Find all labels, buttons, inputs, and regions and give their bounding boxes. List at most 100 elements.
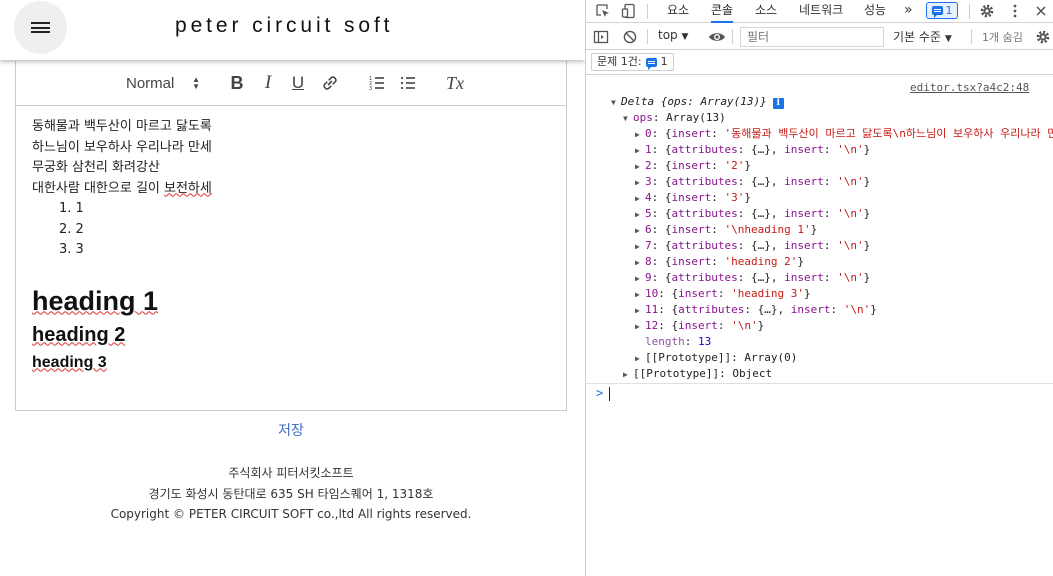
ops-item-value: 'heading 2' [724,255,798,268]
delta-object-row[interactable]: ▼ Delta {ops: Array(13)} i [611,94,784,110]
collapsed-triangle-icon: ▶ [635,210,640,219]
ops-array-row[interactable]: ▼ ops: Array(13) [623,110,726,126]
bold-button[interactable]: B [227,71,247,95]
ops-key: ops [633,111,653,124]
ordered-list-button[interactable]: 1 2 3 [366,71,388,95]
link-icon [323,76,337,90]
ops-item-row[interactable]: ▶ 4: {insert: '3'} [635,190,751,206]
ops-item-row[interactable]: ▶ 6: {insert: '\nheading 1'} [635,222,817,238]
ops-item-value: '\n' [837,239,864,252]
ops-item-value: '\n' [731,319,758,332]
settings-button[interactable] [978,2,996,20]
eye-icon [709,33,725,41]
ops-item-index: 4 [645,191,652,204]
toolbar-divider [647,29,648,44]
ops-item-index: 11 [645,303,659,316]
ordered-list-icon: 1 2 3 [369,76,384,92]
sidebar-toggle-button[interactable] [592,28,610,46]
issues-count-badge[interactable]: 1 [926,2,958,19]
issue-icon [645,57,657,70]
source-link[interactable]: editor.tsx?a4c2:48 [910,81,1029,94]
underline-button[interactable]: U [288,71,308,95]
ops-item-value: 'heading 3' [731,287,804,300]
dropdown-arrow-icon: ▼ [944,34,952,44]
heading-2-text: heading 2 [32,323,126,346]
ops-item-row[interactable]: ▶ 1: {attributes: {…}, insert: '\n'} [635,142,870,158]
console-output: editor.tsx?a4c2:48 ▼ Delta {ops: Array(13… [586,76,1053,384]
live-expression-button[interactable] [708,28,726,46]
text-line-4: 대한사람 대한으로 길이 보전하세 [32,179,552,200]
close-devtools-button[interactable] [1032,2,1050,20]
page-footer: 주식회사 피터서킷소프트 경기도 화성시 동탄대로 635 SH 타임스퀘어 1… [0,463,582,525]
log-level-select[interactable]: 기본 수준 ▼ [893,28,952,45]
tab-console[interactable]: 콘솔 [711,0,734,23]
ops-item-row[interactable]: ▶ 0: {insert: '동해물과 백두산이 마르고 닳도록\n하느님이 보우… [635,126,1053,142]
ops-item-row[interactable]: ▶ 11: {attributes: {…}, insert: '\n'} [635,302,877,318]
dropdown-arrow-icon: ▼ [681,32,689,42]
context-select[interactable]: top ▼ [658,28,688,42]
sidebar-icon [593,30,609,44]
device-toolbar-button[interactable] [620,2,638,20]
ops-item-row[interactable]: ▶ 9: {attributes: {…}, insert: '\n'} [635,270,870,286]
inspect-element-button[interactable] [594,2,612,20]
log-level-value: 기본 수준 [893,30,941,44]
ordered-list-item: 1. 1 [59,201,84,216]
hidden-messages-count: 1개 숨김 [982,31,1023,44]
issues-count: 1 [945,4,953,17]
save-button[interactable]: 저장 [255,420,327,440]
toolbar-divider [971,29,972,44]
more-options-button[interactable] [1006,2,1024,20]
editor-content[interactable]: 동해물과 백두산이 마르고 닳도록 하느님이 보우하사 우리나라 만세 무궁화 … [32,117,552,374]
ops-item-row[interactable]: ▶ 7: {attributes: {…}, insert: '\n'} [635,238,870,254]
console-toolbar: top ▼ 기본 수준 ▼ 1개 숨김 [586,24,1053,50]
issues-summary-button[interactable]: 문제 1건: 1 [591,53,674,71]
kebab-menu-icon [1013,4,1017,18]
menu-button[interactable] [14,1,67,54]
object-prototype-row[interactable]: ▶ [[Prototype]]: Object [623,366,772,382]
gear-icon [980,4,994,18]
ops-item-row[interactable]: ▶ 5: {attributes: {…}, insert: '\n'} [635,206,870,222]
editor-toolbar: Normal ▲ ▼ B I U 1 2 3 Tx [16,61,566,106]
collapsed-triangle-icon: ▶ [623,370,628,379]
ops-item-row[interactable]: ▶ 3: {attributes: {…}, insert: '\n'} [635,174,870,190]
ops-item-index: 10 [645,287,659,300]
app-page: peter circuit soft Normal ▲ ▼ B I U 1 2 … [0,0,585,576]
ops-item-index: 6 [645,223,652,236]
toolbar-divider [647,4,648,19]
inspect-element-icon [596,4,609,17]
ops-item-index: 8 [645,255,652,268]
tab-performance[interactable]: 성능 [864,0,886,23]
ops-item-value: '동해물과 백두산이 마르고 닳도록\n하느님이 보우하사 우리나라 만 [724,127,1053,140]
tab-elements[interactable]: 요소 [667,0,689,23]
console-settings-button[interactable] [1034,28,1052,46]
header-format-select[interactable]: Normal ▲ ▼ [126,71,200,95]
ops-item-value: '2' [724,159,745,172]
collapsed-triangle-icon: ▶ [635,242,640,251]
ops-item-row[interactable]: ▶ 10: {insert: 'heading 3'} [635,286,811,302]
ops-item-row[interactable]: ▶ 2: {insert: '2'} [635,158,751,174]
link-button[interactable] [319,71,341,95]
collapsed-triangle-icon: ▶ [635,322,640,331]
ops-item-index: 7 [645,239,652,252]
italic-button[interactable]: I [258,71,278,95]
filter-input[interactable] [740,27,884,47]
ops-item-row[interactable]: ▶ 12: {insert: '\n'} [635,318,764,334]
array-prototype-row[interactable]: ▶ [[Prototype]]: Array(0) [635,350,797,366]
bullet-list-button[interactable] [397,71,419,95]
ops-item-row[interactable]: ▶ 8: {insert: 'heading 2'} [635,254,804,270]
heading-1: heading 1 [32,284,552,318]
heading-1-text: heading 1 [32,285,159,316]
more-tabs-button[interactable]: » [904,0,913,23]
header-format-value: Normal [126,74,175,92]
console-input-caret[interactable] [609,387,610,401]
toolbar-divider [732,29,733,44]
clear-format-button[interactable]: Tx [444,71,466,95]
rich-text-editor: Normal ▲ ▼ B I U 1 2 3 Tx 동해물과 백두산이 마르고 … [15,61,567,411]
collapsed-triangle-icon: ▶ [635,162,640,171]
clear-console-button[interactable] [621,28,639,46]
issues-bar: 문제 1건: 1 [586,50,1053,75]
ops-item-value: '\n' [837,175,864,188]
tab-network[interactable]: 네트워크 [799,0,843,23]
text-line-4-start: 대한사람 대한으로 길이 [32,180,164,196]
tab-sources[interactable]: 소스 [755,0,777,23]
